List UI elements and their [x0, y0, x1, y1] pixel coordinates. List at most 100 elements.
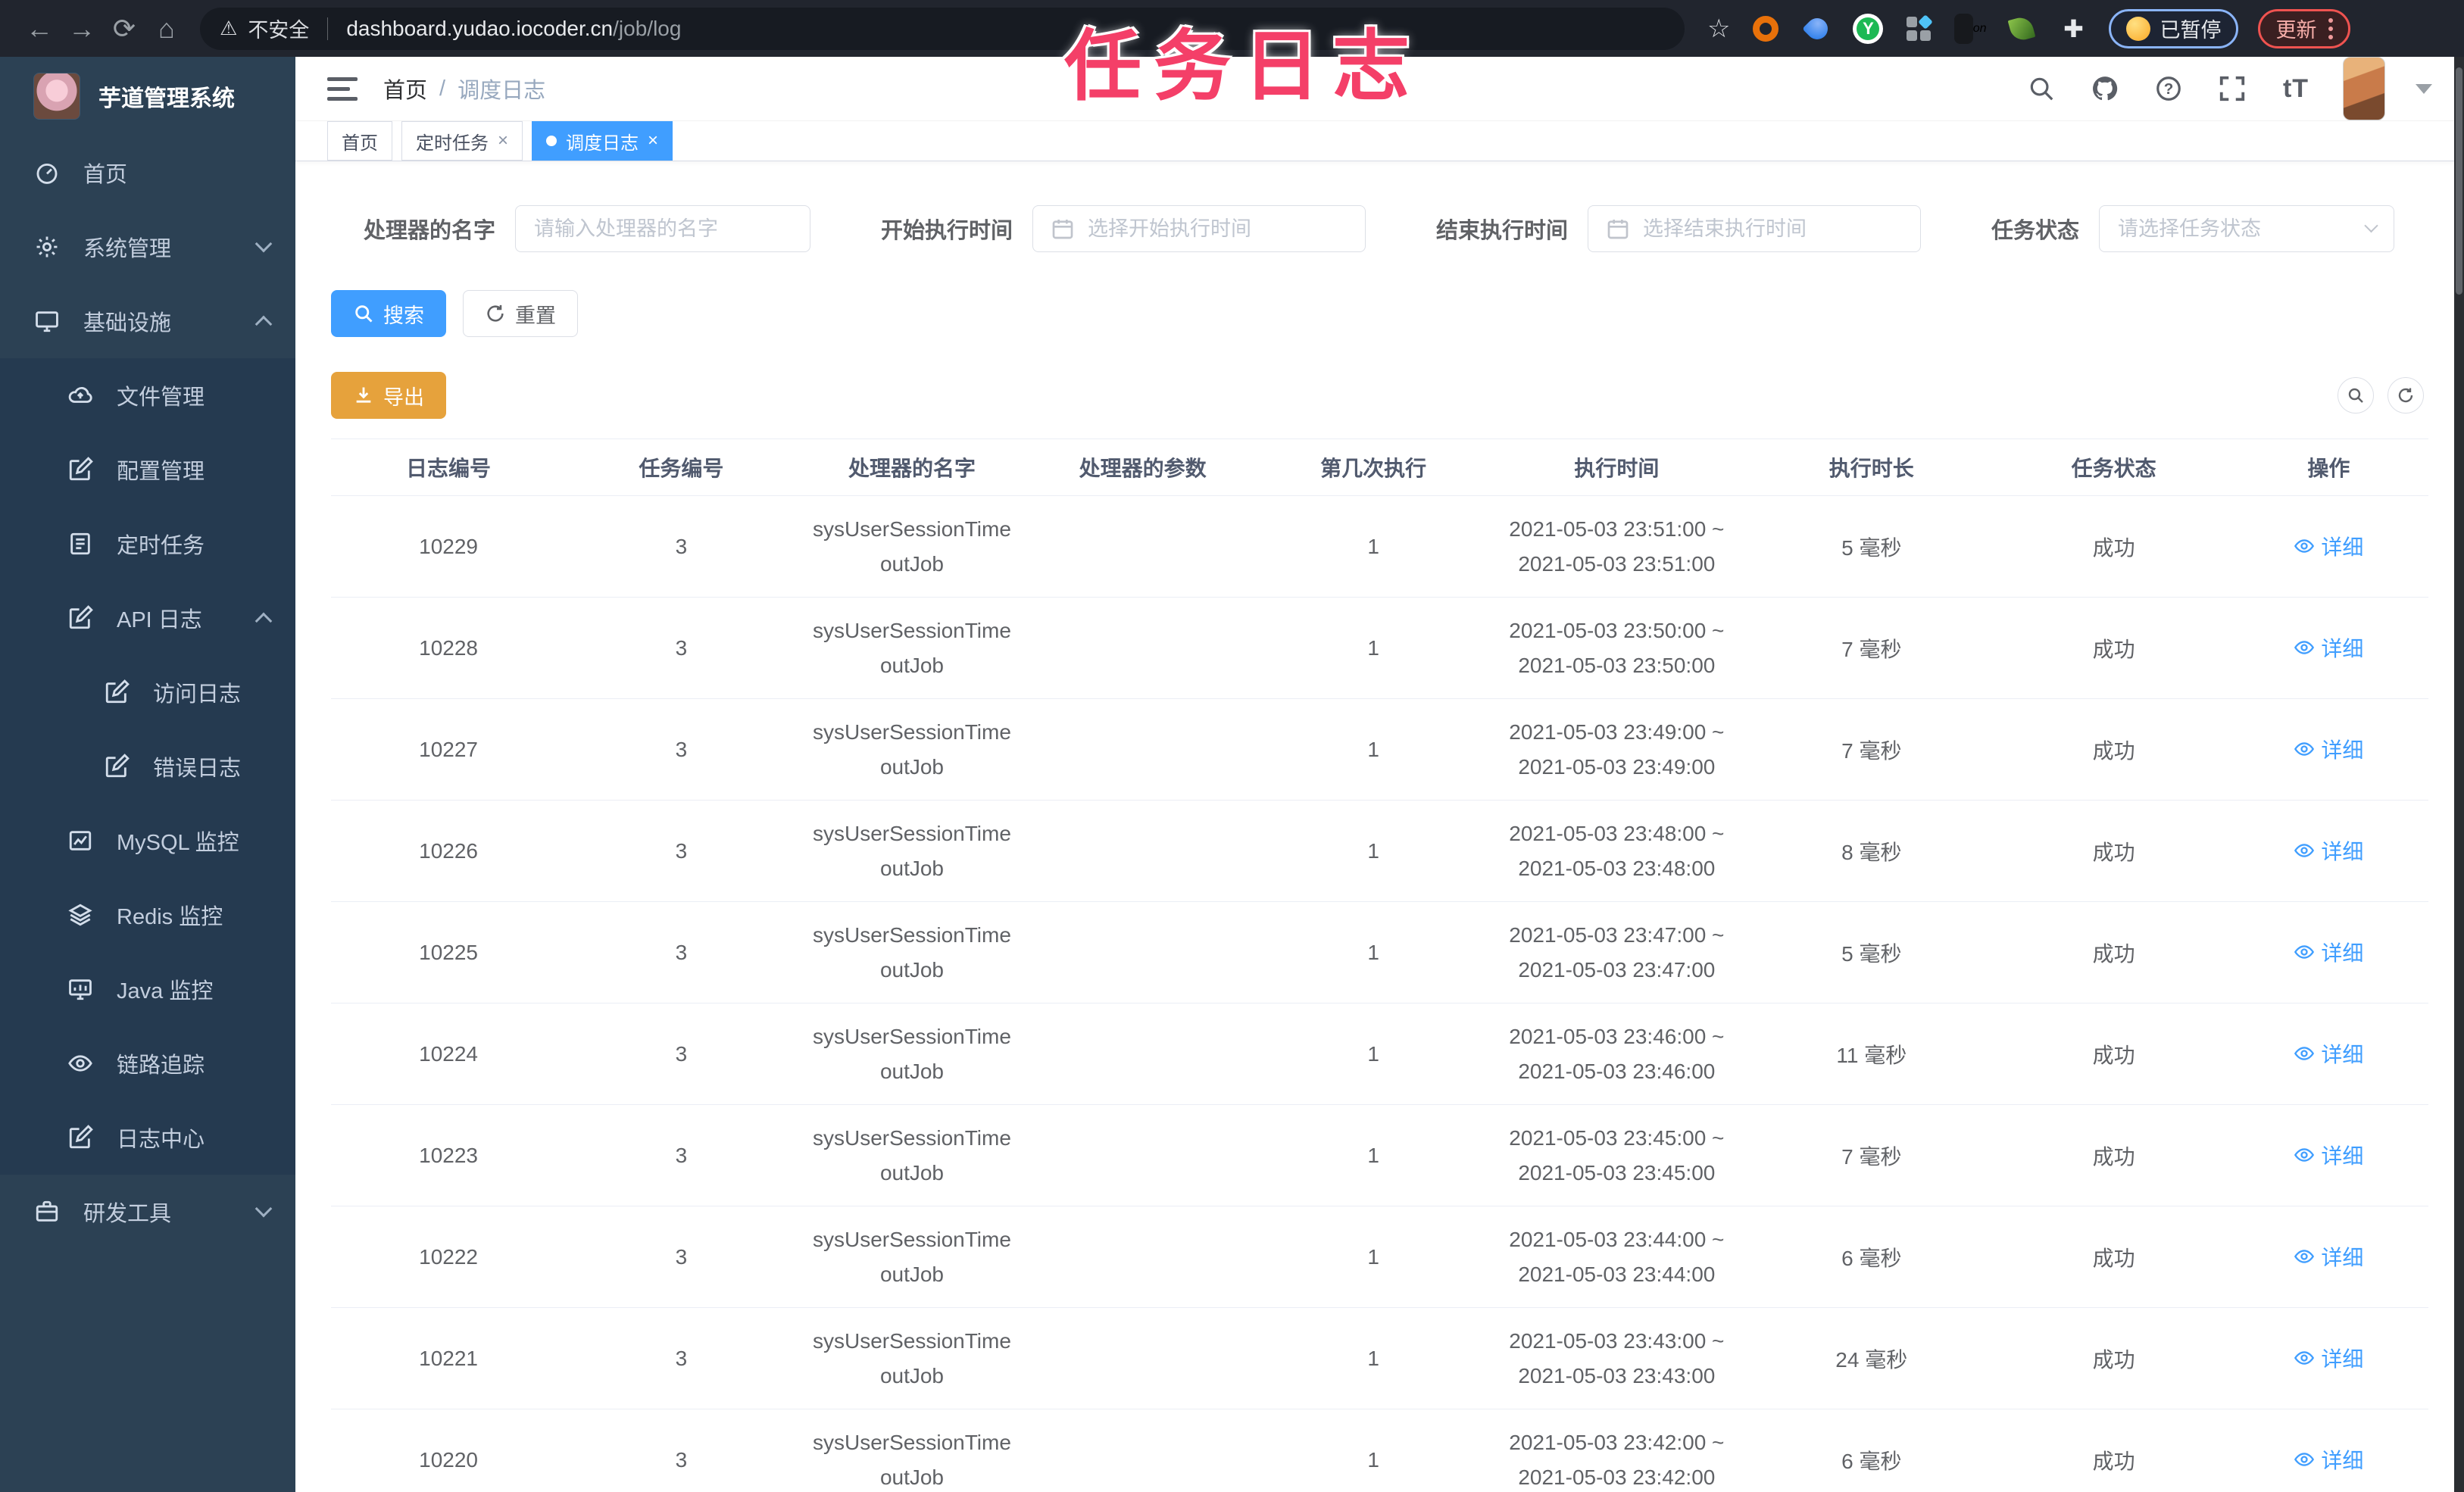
toggle-search-icon[interactable] [2338, 377, 2374, 414]
end-time-label: 结束执行时间 [1435, 219, 1568, 243]
sidebar-item-10[interactable]: Redis 监控 [0, 878, 295, 952]
cell-status: 成功 [2092, 840, 2135, 864]
search-button[interactable]: 搜索 [331, 290, 446, 337]
detail-link[interactable]: 详细 [2294, 937, 2363, 967]
col-exec-index: 第几次执行 [1320, 457, 1427, 480]
cell-exec-index: 1 [1367, 838, 1379, 863]
tag-close-icon[interactable]: × [648, 132, 658, 150]
sidebar-item-13[interactable]: 日志中心 [0, 1100, 295, 1175]
extension-grid-icon[interactable] [1903, 13, 1935, 45]
breadcrumb-home[interactable]: 首页 [383, 73, 427, 105]
extension-y-icon[interactable]: Y [1853, 13, 1884, 44]
app-logo-row[interactable]: 芋道管理系统 [0, 57, 295, 136]
java-monitor-icon [67, 975, 94, 1003]
detail-link[interactable]: 详细 [2294, 1038, 2363, 1069]
sidebar-item-1[interactable]: 系统管理 [0, 210, 295, 284]
extension-ublock-icon[interactable] [1750, 13, 1782, 45]
help-icon[interactable]: ? [2152, 72, 2185, 105]
tag-home[interactable]: 首页 [327, 121, 392, 161]
browser-forward-icon[interactable]: → [61, 8, 103, 50]
sidebar-item-0[interactable]: 首页 [0, 136, 295, 210]
sidebar-item-11[interactable]: Java 监控 [0, 952, 295, 1026]
job-status-select[interactable] [2098, 205, 2394, 252]
sidebar-item-label: 访问日志 [153, 682, 242, 707]
sidebar-item-4[interactable]: 配置管理 [0, 432, 295, 507]
window-scrollbar[interactable] [2454, 57, 2464, 1492]
sidebar-item-3[interactable]: 文件管理 [0, 358, 295, 432]
scrollbar-thumb[interactable] [2456, 67, 2462, 295]
tag-job-log[interactable]: 调度日志 × [532, 121, 673, 161]
end-time-input[interactable] [1587, 205, 1921, 252]
sidebar-item-12[interactable]: 链路追踪 [0, 1026, 295, 1100]
export-button[interactable]: 导出 [331, 372, 446, 419]
cell-actions: 详细 [2229, 1241, 2428, 1272]
sidebar-item-7[interactable]: 访问日志 [0, 655, 295, 729]
cell-job-id: 3 [675, 534, 688, 558]
sidebar-item-6[interactable]: API 日志 [0, 581, 295, 655]
detail-link[interactable]: 详细 [2294, 1140, 2363, 1170]
browser-reload-icon[interactable]: ⟳ [103, 8, 145, 50]
sidebar-item-14[interactable]: 研发工具 [0, 1175, 295, 1249]
cell-duration: 7 毫秒 [1841, 1144, 1902, 1169]
tag-scheduled-jobs[interactable]: 定时任务 × [401, 121, 523, 161]
toolbar-row: 导出 [295, 372, 2464, 419]
cell-log-id: 10226 [419, 838, 478, 863]
cell-duration: 7 毫秒 [1841, 738, 1902, 763]
sidebar-item-label: Java 监控 [117, 979, 214, 1004]
annotation-task-log-title: 任务日志 [1064, 23, 1422, 110]
col-duration: 执行时长 [1828, 457, 1914, 480]
refresh-table-icon[interactable] [2387, 377, 2424, 414]
cell-job-id: 3 [675, 1143, 688, 1167]
edit-icon [67, 456, 94, 483]
extension-drop-icon[interactable] [1801, 13, 1833, 45]
app-title: 芋道管理系统 [98, 86, 235, 111]
cell-log-id: 10228 [419, 635, 478, 660]
detail-link[interactable]: 详细 [2294, 531, 2363, 561]
cell-actions: 详细 [2229, 531, 2428, 562]
avatar-caret-icon[interactable] [2416, 83, 2432, 94]
cell-actions: 详细 [2229, 632, 2428, 663]
hamburger-icon[interactable] [327, 76, 358, 101]
font-size-icon[interactable]: tT [2279, 72, 2313, 105]
begin-time-input[interactable] [1032, 205, 1366, 252]
cell-exec-index: 1 [1367, 1447, 1379, 1472]
sidebar-item-2[interactable]: 基础设施 [0, 284, 295, 358]
search-icon[interactable] [2025, 72, 2058, 105]
browser-home-icon[interactable]: ⌂ [145, 8, 188, 50]
handler-name-input[interactable] [515, 205, 811, 252]
paused-badge[interactable]: 已暂停 [2109, 8, 2239, 48]
monitor-icon [33, 307, 61, 335]
table-row: 10228 3 sysUserSessionTimeoutJob 1 2021-… [331, 598, 2428, 699]
address-bar[interactable]: ⚠ 不安全 dashboard.yudao.iocoder.cn/job/log [200, 7, 1685, 50]
detail-link[interactable]: 详细 [2294, 632, 2363, 663]
fullscreen-icon[interactable] [2216, 72, 2249, 105]
detail-link[interactable]: 详细 [2294, 1343, 2363, 1373]
extension-switch-icon[interactable]: on [1954, 13, 1986, 45]
edit-icon [67, 1124, 94, 1151]
detail-link[interactable]: 详细 [2294, 1241, 2363, 1272]
emoji-face-icon [2126, 16, 2151, 41]
user-avatar[interactable] [2343, 57, 2385, 120]
page-url: dashboard.yudao.iocoder.cn/job/log [346, 16, 682, 40]
extension-leaf-icon[interactable] [2006, 13, 2038, 45]
detail-link[interactable]: 详细 [2294, 1444, 2363, 1475]
cell-exec-index: 1 [1367, 940, 1379, 964]
sidebar-item-9[interactable]: MySQL 监控 [0, 804, 295, 878]
sidebar-item-8[interactable]: 错误日志 [0, 729, 295, 804]
browser-menu-icon[interactable] [2328, 17, 2334, 39]
tag-close-icon[interactable]: × [498, 132, 508, 150]
extensions-puzzle-icon[interactable]: ✚ [2057, 13, 2089, 45]
browser-back-icon[interactable]: ← [18, 8, 61, 50]
cell-exec-time: 2021-05-03 23:49:00 ~2021-05-03 23:49:00 [1509, 720, 1725, 779]
breadcrumb-current: 调度日志 [458, 79, 546, 103]
reset-button-label: 重置 [515, 304, 556, 327]
cell-exec-time: 2021-05-03 23:42:00 ~2021-05-03 23:42:00 [1509, 1431, 1725, 1489]
detail-link[interactable]: 详细 [2294, 734, 2363, 764]
reset-button[interactable]: 重置 [463, 290, 578, 337]
sidebar-item-5[interactable]: 定时任务 [0, 507, 295, 581]
github-icon[interactable] [2088, 72, 2122, 105]
detail-link[interactable]: 详细 [2294, 835, 2363, 866]
main-area: 首页 / 调度日志 ? tT 首页 定时任务 × 调度日志 × 处理器的名字 请… [295, 57, 2464, 1492]
update-button[interactable]: 更新 [2258, 8, 2351, 48]
bookmark-star-icon[interactable]: ☆ [1707, 14, 1730, 44]
